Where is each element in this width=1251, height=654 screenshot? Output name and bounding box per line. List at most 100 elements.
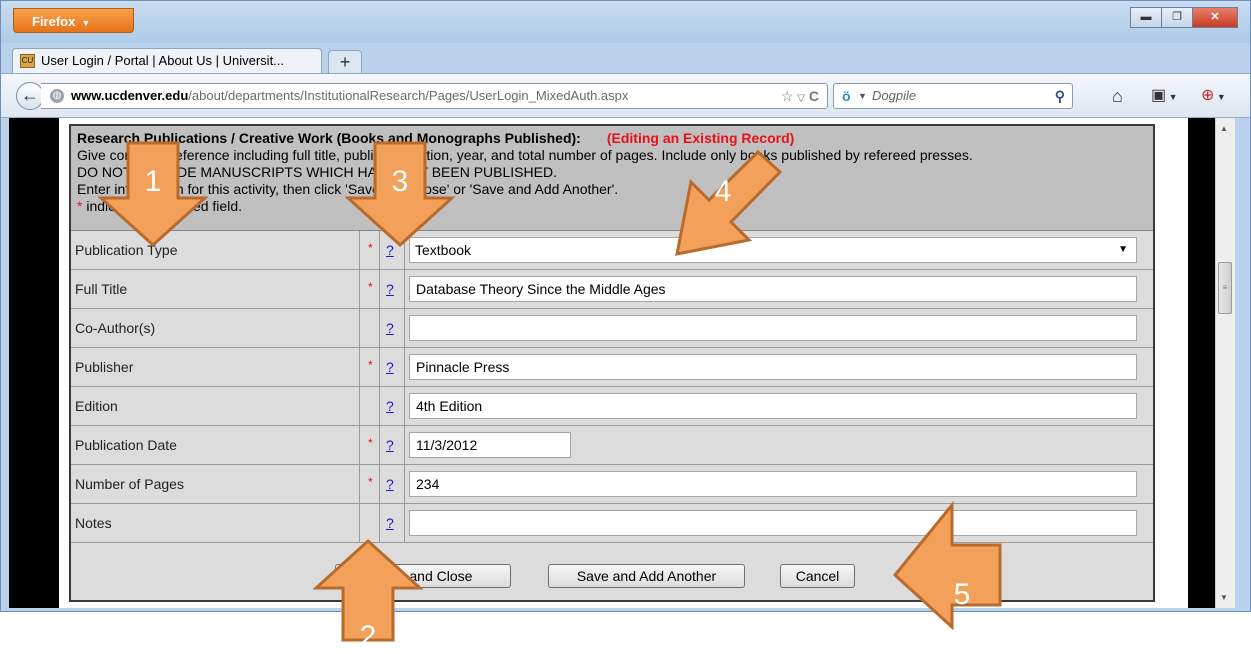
publication-date-input[interactable]: 11/3/2012 xyxy=(409,432,571,458)
new-tab-button[interactable]: + xyxy=(328,50,362,74)
url-actions: ☆ ▽ C xyxy=(781,84,819,111)
required-marker: * xyxy=(368,436,373,450)
url-text: www.ucdenver.edu/about/departments/Insti… xyxy=(71,84,628,108)
column-divider xyxy=(359,348,360,386)
callout-arrow-1: 1 xyxy=(98,140,208,248)
reload-icon[interactable]: C xyxy=(809,88,819,104)
form-row: Publication Date *? 11/3/2012 xyxy=(71,426,1153,465)
scroll-up-icon[interactable]: ▲ xyxy=(1220,124,1228,133)
vertical-scrollbar[interactable]: ▲ ≡ ▼ xyxy=(1215,118,1235,608)
form-row: Co-Author(s)? xyxy=(71,309,1153,348)
notes-input[interactable] xyxy=(409,510,1137,536)
cancel-button[interactable]: Cancel xyxy=(780,564,855,588)
bookmark-star-icon[interactable]: ☆ xyxy=(781,88,794,104)
instruction-line-2: DO NOT INCLUDE MANUSCRIPTS WHICH HAVE NO… xyxy=(77,164,557,180)
field-label: Full Title xyxy=(75,281,128,297)
co-author-s-input[interactable] xyxy=(409,315,1137,341)
number-of-pages-input[interactable]: 234 xyxy=(409,471,1137,497)
callout-arrow-2: 2 xyxy=(313,538,423,653)
instruction-line-3: Enter information for this activity, the… xyxy=(77,181,619,197)
navigation-bar: ← ◍ www.ucdenver.edu/about/departments/I… xyxy=(1,73,1250,118)
help-link[interactable]: ? xyxy=(386,309,394,347)
search-bar[interactable]: ö ▼ Dogpile ⚲ xyxy=(833,83,1073,109)
form-header: Research Publications / Creative Work (B… xyxy=(71,126,1153,231)
engine-dropdown-icon[interactable]: ▼ xyxy=(858,84,867,108)
back-button[interactable]: ← xyxy=(16,82,44,110)
dropdown-arrow-icon[interactable]: ▼ xyxy=(1118,238,1128,262)
title-bar: Firefox ▼ ▬ ❐ ✕ xyxy=(1,1,1250,43)
callout-number: 4 xyxy=(714,175,732,208)
required-marker: * xyxy=(368,280,373,294)
required-marker: * xyxy=(368,358,373,372)
chevron-down-icon: ▼ xyxy=(81,18,91,28)
back-arrow-icon: ← xyxy=(21,85,39,105)
full-title-input[interactable]: Database Theory Since the Middle Ages xyxy=(409,276,1137,302)
bookmarks-icon[interactable]: ▣ ▼ xyxy=(1151,84,1178,108)
globe-icon: ◍ xyxy=(50,89,64,103)
form-row: Edition? 4th Edition xyxy=(71,387,1153,426)
instruction-line-1: Give complete reference including full t… xyxy=(77,147,973,163)
help-link[interactable]: ? xyxy=(386,504,394,542)
bottom-margin xyxy=(0,612,1251,643)
column-divider xyxy=(379,426,380,464)
search-icon[interactable]: ⚲ xyxy=(1055,84,1065,108)
column-divider xyxy=(359,309,360,347)
column-divider xyxy=(379,387,380,425)
close-icon[interactable]: ✕ xyxy=(1192,7,1238,28)
edition-input[interactable]: 4th Edition xyxy=(409,393,1137,419)
field-value: 11/3/2012 xyxy=(416,437,478,453)
callout-arrow-3: 3 xyxy=(345,140,455,248)
field-label: Co-Author(s) xyxy=(75,320,156,336)
column-divider xyxy=(404,504,405,542)
callout-arrow-4: 4 xyxy=(655,150,783,260)
restore-icon[interactable]: ❐ xyxy=(1161,7,1193,28)
history-dropdown-icon[interactable]: ▽ xyxy=(797,93,805,104)
field-label: Edition xyxy=(75,398,118,414)
url-path: /about/departments/InstitutionalResearch… xyxy=(188,88,629,103)
firefox-menu-button[interactable]: Firefox ▼ xyxy=(13,8,134,33)
column-divider xyxy=(404,426,405,464)
editing-note: (Editing an Existing Record) xyxy=(606,130,795,146)
page-right-border xyxy=(1188,118,1215,608)
column-divider xyxy=(404,348,405,386)
column-divider xyxy=(359,270,360,308)
page-left-border xyxy=(9,118,59,608)
plus-icon: + xyxy=(339,52,351,72)
column-divider xyxy=(379,465,380,503)
form-row: Publication Type *? Textbook ▼ xyxy=(71,231,1153,270)
firefox-menu-label: Firefox xyxy=(32,14,76,29)
scroll-thumb[interactable]: ≡ xyxy=(1218,262,1232,314)
help-link[interactable]: ? xyxy=(386,465,394,503)
column-divider xyxy=(379,504,380,542)
column-divider xyxy=(379,348,380,386)
save-and-add-another-button[interactable]: Save and Add Another xyxy=(548,564,745,588)
help-link[interactable]: ? xyxy=(386,270,394,308)
home-icon[interactable]: ⌂ xyxy=(1112,84,1123,108)
tab-user-login[interactable]: CU User Login / Portal | About Us | Univ… xyxy=(12,48,322,73)
window-controls: ▬ ❐ ✕ xyxy=(1130,7,1238,28)
minimize-icon[interactable]: ▬ xyxy=(1130,7,1162,28)
help-link[interactable]: ? xyxy=(386,426,394,464)
column-divider xyxy=(404,465,405,503)
column-divider xyxy=(359,387,360,425)
url-bar[interactable]: ◍ www.ucdenver.edu/about/departments/Ins… xyxy=(41,83,828,109)
required-marker: * xyxy=(368,475,373,489)
field-value: Database Theory Since the Middle Ages xyxy=(416,281,666,297)
callout-number: 3 xyxy=(391,165,409,198)
field-label: Publisher xyxy=(75,359,134,375)
form-row: Full Title *? Database Theory Since the Mi… xyxy=(71,270,1153,309)
column-divider xyxy=(359,426,360,464)
scroll-down-icon[interactable]: ▼ xyxy=(1220,593,1228,602)
dogpile-icon[interactable]: ö xyxy=(842,84,851,108)
help-link[interactable]: ? xyxy=(386,387,394,425)
callout-number: 2 xyxy=(359,620,377,653)
column-divider xyxy=(359,504,360,542)
column-divider xyxy=(404,270,405,308)
addon-icon[interactable]: ⊕ ▼ xyxy=(1201,84,1226,108)
publisher-input[interactable]: Pinnacle Press xyxy=(409,354,1137,380)
column-divider xyxy=(359,465,360,503)
column-divider xyxy=(379,270,380,308)
help-link[interactable]: ? xyxy=(386,348,394,386)
field-label: Publication Date xyxy=(75,437,177,453)
callout-number: 1 xyxy=(144,165,162,198)
